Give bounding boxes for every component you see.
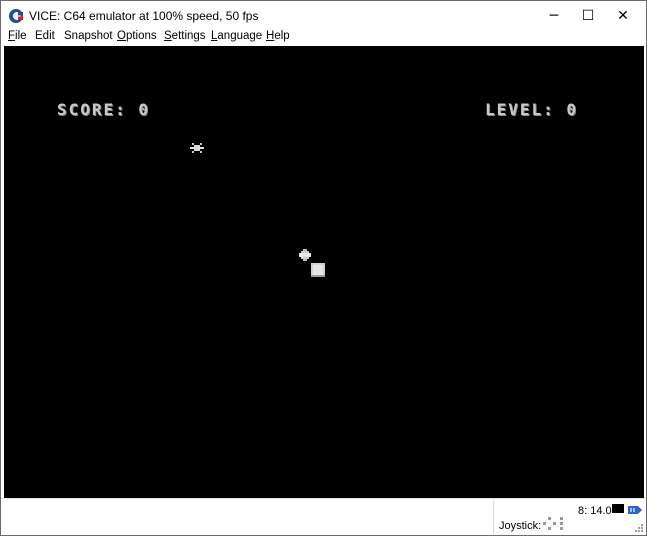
menu-file[interactable]: File <box>8 30 27 42</box>
commodore-logo-icon <box>9 9 23 23</box>
tape-icon <box>628 506 642 514</box>
window-title: VICE: C64 emulator at 100% speed, 50 fps <box>29 9 259 23</box>
status-bar: 8: 14.0 Joystick: <box>1 498 646 535</box>
enemy-sprite-icon <box>190 143 204 153</box>
drive-status: 8: 14.0 <box>578 505 612 517</box>
close-icon: ✕ <box>617 8 629 24</box>
menu-snapshot[interactable]: Snapshot <box>64 30 113 42</box>
drive-led-icon <box>612 504 624 513</box>
menu-edit[interactable]: Edit <box>35 30 55 42</box>
close-button[interactable]: ✕ <box>600 1 646 31</box>
status-divider <box>493 501 494 534</box>
menu-bar: File Edit Snapshot Options Settings Lang… <box>1 30 646 45</box>
resize-grip-icon[interactable] <box>634 523 644 533</box>
joystick-label: Joystick: <box>499 520 542 532</box>
ball-sprite-icon <box>299 249 311 261</box>
emulator-window: VICE: C64 emulator at 100% speed, 50 fps… <box>0 0 647 536</box>
menu-help[interactable]: Help <box>266 30 290 42</box>
score-label: SCORE: 0 <box>57 100 151 119</box>
title-bar[interactable]: VICE: C64 emulator at 100% speed, 50 fps… <box>1 1 646 31</box>
menu-options[interactable]: Options <box>117 30 157 42</box>
maximize-icon: ☐ <box>581 8 595 24</box>
menu-language[interactable]: Language <box>211 30 262 42</box>
player-block-sprite-icon <box>311 263 325 277</box>
menu-settings[interactable]: Settings <box>164 30 206 42</box>
level-label: LEVEL: 0 <box>485 100 579 119</box>
minimize-icon: ─ <box>549 8 559 24</box>
emulator-screen[interactable]: SCORE: 0 LEVEL: 0 <box>4 46 644 498</box>
joystick-indicator-icon <box>543 517 563 530</box>
